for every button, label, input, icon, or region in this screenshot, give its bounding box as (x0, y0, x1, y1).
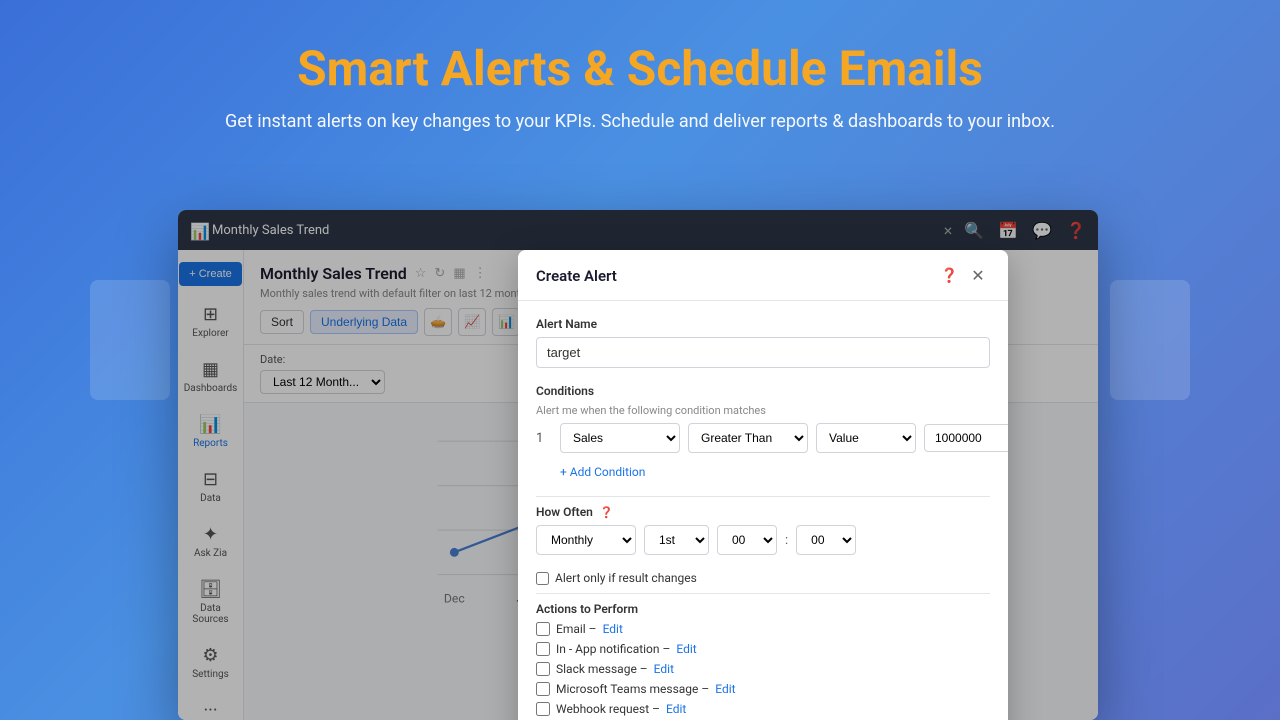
modal-help-icon[interactable]: ❓ (941, 268, 958, 284)
action-inapp-checkbox[interactable] (536, 642, 550, 656)
how-often-section: How Often ❓ Daily Monthly Weekly 1st 2nd… (536, 505, 990, 555)
how-often-row: Daily Monthly Weekly 1st 2nd Last 00 06 (536, 525, 990, 555)
action-email-checkbox[interactable] (536, 622, 550, 636)
conditions-sublabel: Alert me when the following condition ma… (536, 404, 990, 417)
conditions-section: Conditions Alert me when the following c… (536, 384, 990, 480)
how-often-hour-select[interactable]: 00 06 12 18 (717, 525, 777, 555)
modal-header-actions: ❓ ✕ (941, 264, 990, 288)
condition-operator-select[interactable]: Greater Than Less Than Equals (688, 423, 808, 453)
actions-section: Actions to Perform Email – Edit In - App… (536, 602, 990, 716)
action-teams-checkbox[interactable] (536, 682, 550, 696)
actions-label: Actions to Perform (536, 602, 990, 616)
condition-number: 1 (536, 431, 552, 446)
action-webhook-edit-link[interactable]: Edit (666, 702, 686, 716)
how-often-frequency-select[interactable]: Daily Monthly Weekly (536, 525, 636, 555)
add-condition-link[interactable]: + Add Condition (560, 465, 645, 479)
condition-row-1: 1 Sales Revenue Profit Greater Than Less… (536, 423, 990, 453)
action-inapp-label: In - App notification – (556, 642, 670, 656)
how-often-label: How Often ❓ (536, 505, 990, 519)
action-slack-row: Slack message – Edit (536, 662, 990, 676)
left-decoration (90, 280, 170, 400)
hero-section: Smart Alerts & Schedule Emails Get insta… (0, 0, 1280, 152)
action-inapp-edit-link[interactable]: Edit (676, 642, 696, 656)
divider-1 (536, 496, 990, 497)
app-body: + Create ⊞ Explorer ▦ Dashboards 📊 Repor… (178, 250, 1098, 720)
modal-body: Alert Name Conditions Alert me when the … (518, 301, 1008, 720)
app-window: 📊 Monthly Sales Trend × 🔍 📅 💬 ❓ + Create… (178, 210, 1098, 720)
action-email-edit-link[interactable]: Edit (603, 622, 623, 636)
modal-title: Create Alert (536, 267, 617, 285)
time-colon: : (785, 533, 788, 548)
create-alert-modal: Create Alert ❓ ✕ Alert Name Conditions A… (518, 250, 1008, 720)
action-teams-row: Microsoft Teams message – Edit (536, 682, 990, 696)
alert-name-section: Alert Name (536, 317, 990, 368)
alert-name-input[interactable] (536, 337, 990, 368)
hero-title: Smart Alerts & Schedule Emails (20, 40, 1260, 97)
action-teams-label: Microsoft Teams message – (556, 682, 709, 696)
action-slack-label: Slack message – (556, 662, 648, 676)
how-often-help-icon[interactable]: ❓ (600, 506, 614, 519)
action-webhook-label: Webhook request – (556, 702, 660, 716)
hero-subtitle: Get instant alerts on key changes to you… (20, 111, 1260, 132)
action-email-row: Email – Edit (536, 622, 990, 636)
alert-name-label: Alert Name (536, 317, 990, 331)
action-webhook-checkbox[interactable] (536, 702, 550, 716)
alert-only-label: Alert only if result changes (555, 571, 697, 585)
modal-header: Create Alert ❓ ✕ (518, 250, 1008, 301)
action-slack-checkbox[interactable] (536, 662, 550, 676)
action-webhook-row: Webhook request – Edit (536, 702, 990, 716)
how-often-minute-select[interactable]: 00 15 30 45 (796, 525, 856, 555)
condition-field-select[interactable]: Sales Revenue Profit (560, 423, 680, 453)
how-often-day-select[interactable]: 1st 2nd Last (644, 525, 709, 555)
right-decoration (1110, 280, 1190, 400)
action-slack-edit-link[interactable]: Edit (654, 662, 674, 676)
alert-only-row: Alert only if result changes (536, 571, 990, 585)
divider-2 (536, 593, 990, 594)
condition-value-type-select[interactable]: Value Percentage (816, 423, 916, 453)
action-teams-edit-link[interactable]: Edit (715, 682, 735, 696)
action-inapp-row: In - App notification – Edit (536, 642, 990, 656)
alert-only-checkbox[interactable] (536, 572, 549, 585)
action-email-label: Email – (556, 622, 597, 636)
modal-close-button[interactable]: ✕ (966, 264, 990, 288)
conditions-label: Conditions (536, 384, 990, 398)
condition-value-input[interactable] (924, 424, 1008, 452)
